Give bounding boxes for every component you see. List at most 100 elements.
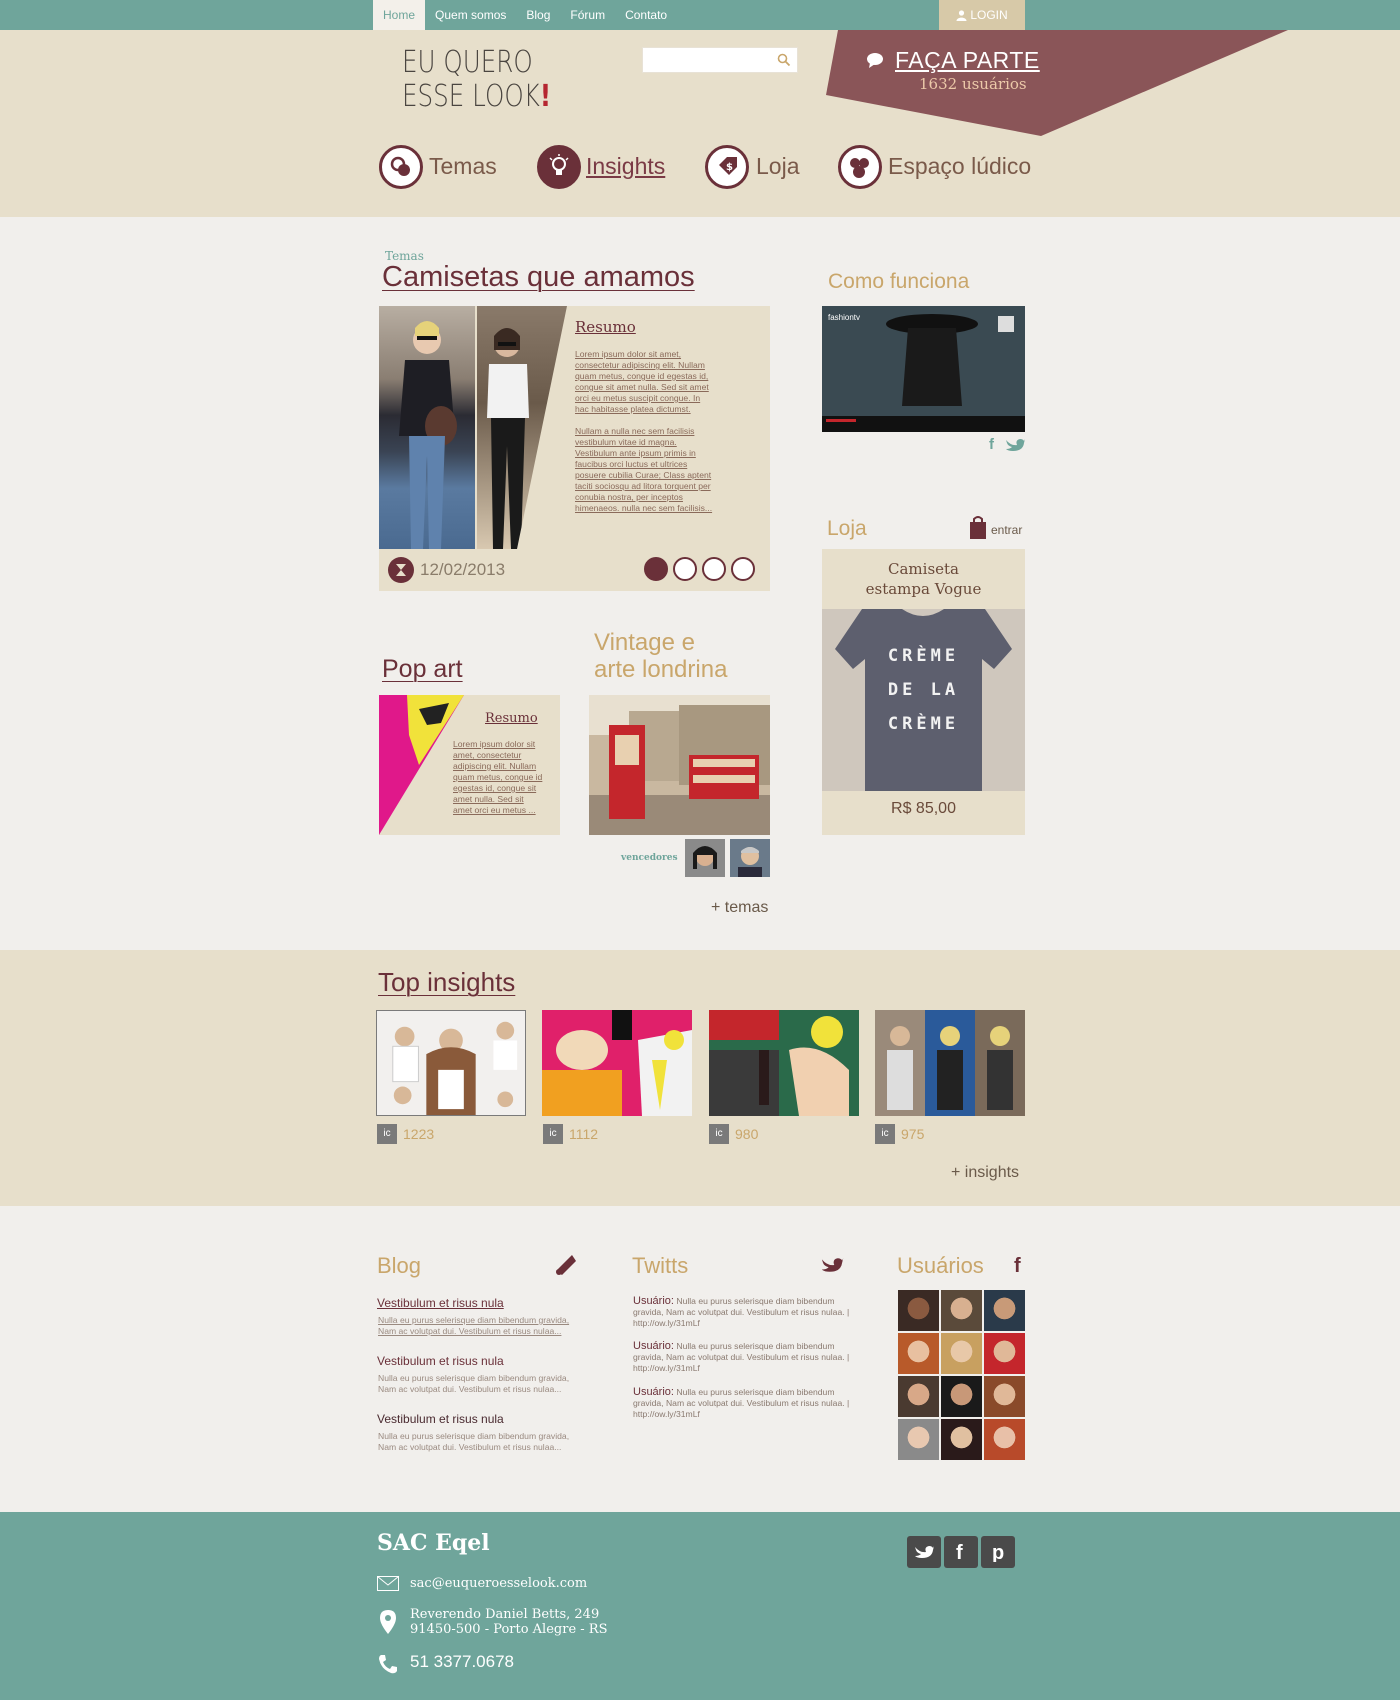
topnav-quem-somos[interactable]: Quem somos	[425, 0, 516, 30]
nav-loja-label: Loja	[756, 153, 800, 179]
svg-text:f: f	[989, 436, 995, 452]
blog-post-body-2[interactable]: Nulla eu purus selerisque diam bibendum …	[378, 1373, 588, 1395]
facebook-share-icon[interactable]: f	[988, 436, 998, 452]
user-avatar[interactable]	[984, 1376, 1025, 1417]
product-card[interactable]: Camiseta estampa Vogue CRÈME DE LA CRÈME…	[822, 549, 1025, 835]
footer-title: SAC Eqel	[377, 1530, 490, 1556]
user-avatar[interactable]	[941, 1290, 982, 1331]
category-icons	[644, 557, 755, 581]
user-avatar[interactable]	[898, 1290, 939, 1331]
user-avatar[interactable]	[898, 1333, 939, 1374]
top-insights-section	[0, 950, 1400, 1206]
popart-card[interactable]: Resumo Lorem ipsum dolor sit amet, conse…	[379, 695, 560, 835]
more-temas-link[interactable]: + temas	[711, 899, 768, 917]
blog-post-title-2[interactable]: Vestibulum et risus nula	[377, 1354, 504, 1368]
twitt-2[interactable]: Usuário: Nulla eu purus selerisque diam …	[633, 1341, 851, 1374]
insight-thumb-3[interactable]	[709, 1010, 859, 1116]
facebook-icon[interactable]: f	[944, 1536, 978, 1568]
featured-photo-1	[379, 306, 475, 549]
twitt-user-2[interactable]: Usuário:	[633, 1340, 674, 1352]
user-avatar[interactable]	[984, 1333, 1025, 1374]
svg-text:f: f	[1014, 1255, 1021, 1275]
nav-espaco-ludico-label: Espaço lúdico	[888, 153, 1032, 179]
featured-card[interactable]: Resumo Lorem ipsum dolor sit amet, conse…	[379, 306, 770, 591]
insight-badge-3: ic	[709, 1124, 729, 1144]
facebook-icon[interactable]: f	[1013, 1255, 1025, 1275]
lightbulb-icon	[537, 145, 581, 189]
twitter-icon[interactable]	[907, 1536, 941, 1568]
blog-title[interactable]: Blog	[377, 1253, 421, 1279]
blog-post-body-3[interactable]: Nulla eu purus selerisque diam bibendum …	[378, 1431, 588, 1453]
insight-count-4: 975	[901, 1126, 925, 1142]
site-logo[interactable]: EU QUERO ESSE LOOK!	[402, 46, 551, 114]
blog-post-title-3[interactable]: Vestibulum et risus nula	[377, 1412, 504, 1426]
product-image: CRÈME DE LA CRÈME	[822, 609, 1025, 791]
tag-mini-icon[interactable]	[731, 557, 755, 581]
twitt-3[interactable]: Usuário: Nulla eu purus selerisque diam …	[633, 1387, 851, 1420]
twitter-share-icon[interactable]	[1005, 437, 1025, 453]
winners-label: vencedores	[621, 853, 678, 863]
topnav-forum[interactable]: Fórum	[560, 0, 615, 30]
hourglass-icon	[388, 557, 414, 583]
email-icon	[377, 1576, 399, 1591]
user-avatar[interactable]	[984, 1290, 1025, 1331]
footer	[0, 1512, 1400, 1700]
insight-thumb-2[interactable]	[542, 1010, 692, 1116]
user-avatar[interactable]	[941, 1333, 982, 1374]
resumo-text-2[interactable]: Nullam a nulla nec sem facilisis vestibu…	[575, 426, 715, 514]
resumo-text-1[interactable]: Lorem ipsum dolor sit amet, consectetur …	[575, 349, 711, 415]
top-bar: Home Quem somos Blog Fórum Contato LOGIN	[0, 0, 1400, 30]
loja-enter-link[interactable]: entrar	[991, 523, 1022, 537]
join-button[interactable]: FAÇA PARTE	[895, 47, 1040, 74]
popart-title[interactable]: Pop art	[382, 655, 463, 684]
winner-avatar-2[interactable]	[730, 839, 770, 877]
topnav-blog[interactable]: Blog	[516, 0, 560, 30]
more-insights-link[interactable]: + insights	[951, 1164, 1019, 1182]
temas-icon	[379, 145, 423, 189]
shopping-tag-icon: $	[705, 145, 749, 189]
user-avatar[interactable]	[898, 1376, 939, 1417]
featured-title[interactable]: Camisetas que amamos	[382, 261, 695, 294]
user-avatar[interactable]	[984, 1419, 1025, 1460]
resumo-heading[interactable]: Resumo	[575, 318, 636, 336]
pinterest-icon[interactable]: p	[981, 1536, 1015, 1568]
popart-resumo-text[interactable]: Lorem ipsum dolor sit amet, consectetur …	[453, 739, 545, 816]
twitt-user-3[interactable]: Usuário:	[633, 1386, 674, 1398]
shirt-print: CRÈME DE LA CRÈME	[887, 646, 960, 734]
product-name[interactable]: Camiseta estampa Vogue	[822, 559, 1025, 599]
insight-thumb-1[interactable]	[376, 1010, 526, 1116]
twitt-user-1[interactable]: Usuário:	[633, 1295, 674, 1307]
video-player[interactable]: fashiontv	[822, 306, 1025, 432]
join-ribbon	[826, 30, 1288, 136]
logo-line-2: ESSE LOOK!	[402, 79, 552, 114]
pencil-mini-icon[interactable]	[702, 557, 726, 581]
twitts-title[interactable]: Twitts	[632, 1253, 688, 1279]
featured-photo-2	[477, 306, 573, 549]
footer-address-2: 91450-500 - Porto Alegre - RS	[410, 1622, 608, 1637]
user-avatar[interactable]	[941, 1419, 982, 1460]
vintage-title[interactable]: Vintage e arte londrina	[594, 629, 774, 683]
search-input[interactable]	[642, 47, 798, 73]
footer-phone[interactable]: 51 3377.0678	[410, 1652, 514, 1672]
insight-count-3: 980	[735, 1126, 759, 1142]
blog-post-body-1[interactable]: Nulla eu purus selerisque diam bibendum …	[378, 1315, 588, 1337]
user-avatar[interactable]	[898, 1419, 939, 1460]
twitt-1[interactable]: Usuário: Nulla eu purus selerisque diam …	[633, 1296, 851, 1329]
london-image[interactable]	[589, 695, 770, 835]
logo-exclamation: !	[539, 79, 552, 114]
blog-post-title-1[interactable]: Vestibulum et risus nula	[377, 1296, 504, 1310]
footer-email[interactable]: sac@euqueroesselook.com	[410, 1576, 587, 1591]
usuarios-title[interactable]: Usuários	[897, 1253, 984, 1279]
shopping-bag-icon[interactable]	[969, 515, 987, 539]
temas-mini-icon[interactable]	[644, 557, 668, 581]
top-insights-title[interactable]: Top insights	[378, 967, 515, 998]
login-button[interactable]: LOGIN	[939, 0, 1025, 30]
topnav-home[interactable]: Home	[373, 0, 426, 30]
winner-avatar-1[interactable]	[685, 839, 725, 877]
topnav-contato[interactable]: Contato	[615, 0, 677, 30]
popart-resumo-heading[interactable]: Resumo	[485, 711, 538, 726]
lightbulb-mini-icon[interactable]	[673, 557, 697, 581]
insight-thumb-4[interactable]	[875, 1010, 1025, 1116]
nav-insights-label: Insights	[586, 153, 666, 179]
user-avatar[interactable]	[941, 1376, 982, 1417]
